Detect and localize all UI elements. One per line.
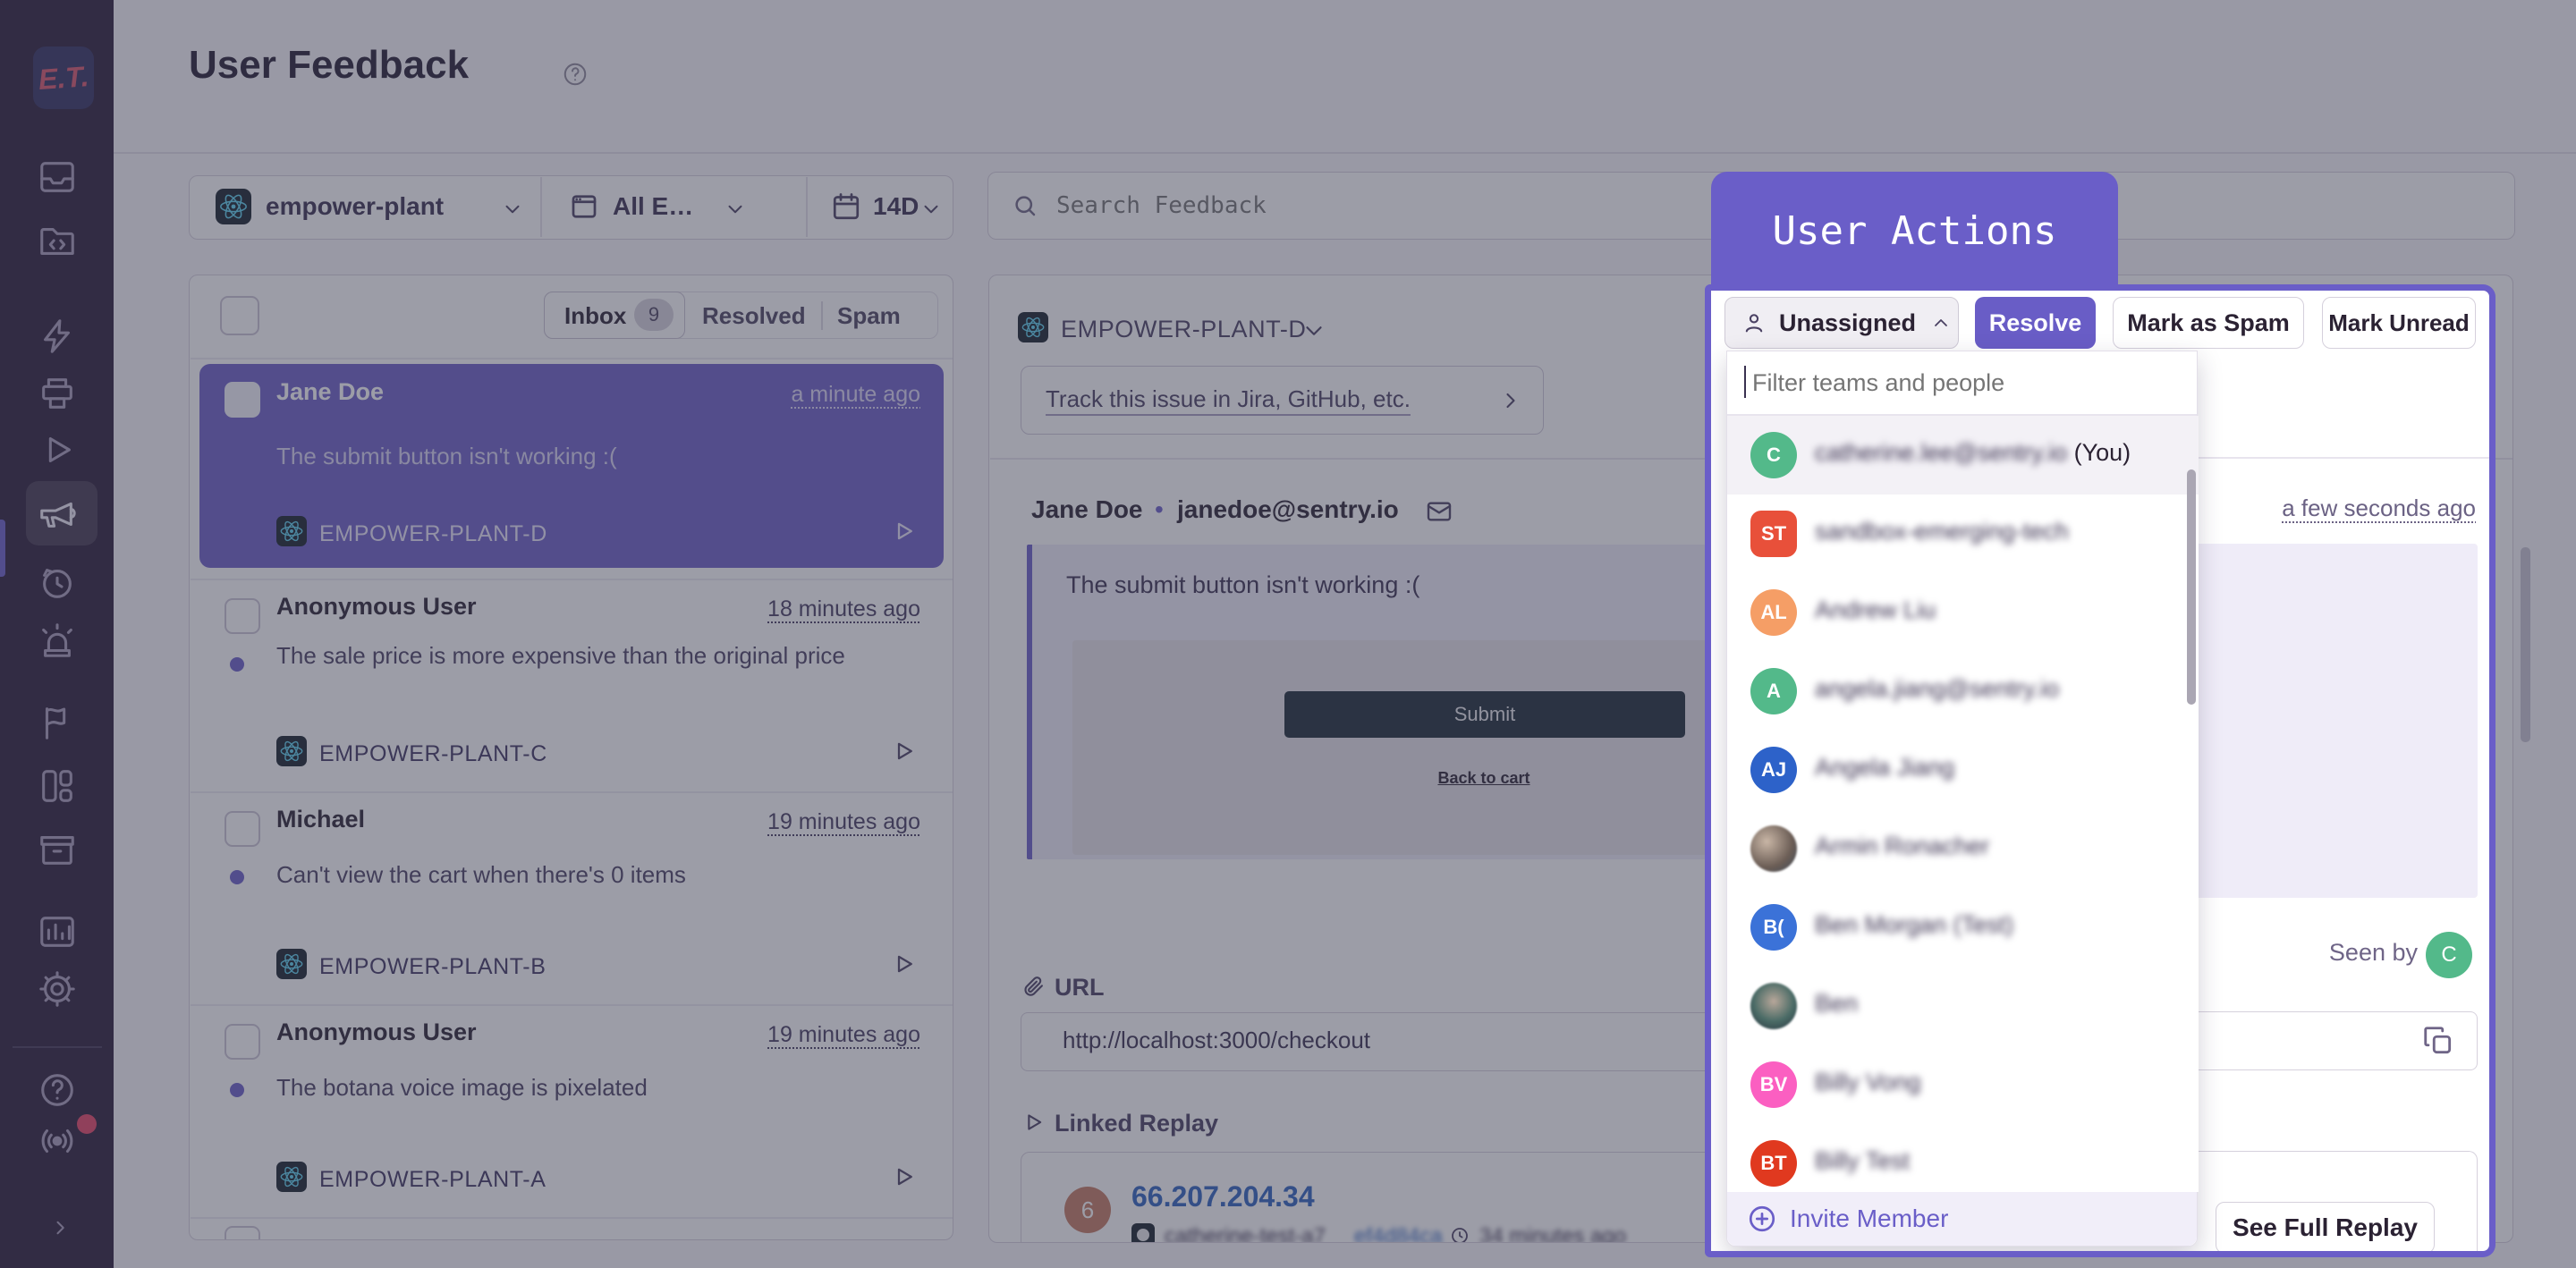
avatar: B( bbox=[1750, 904, 1797, 951]
member-name: Billy Test bbox=[1815, 1147, 1910, 1175]
tour-tab-label: User Actions bbox=[1773, 208, 2057, 254]
tour-tab-user-actions: User Actions bbox=[1711, 172, 2118, 291]
member-name: Billy Vong bbox=[1815, 1069, 1921, 1096]
member-name: catherine.lee@sentry.io bbox=[1815, 439, 2067, 466]
person-icon bbox=[1741, 310, 1767, 335]
assignee-button[interactable]: Unassigned bbox=[1724, 297, 1959, 349]
assignee-option[interactable]: AL Andrew Liu bbox=[1727, 573, 2199, 653]
assignee-option-you[interactable]: C catherine.lee@sentry.io (You) bbox=[1727, 416, 2199, 495]
assignee-option[interactable]: Ben bbox=[1727, 967, 2199, 1046]
assignee-option-team[interactable]: ST sandbox-emerging-tech bbox=[1727, 495, 2199, 574]
invite-member-icon bbox=[1747, 1204, 1777, 1234]
invite-member-row[interactable]: Invite Member bbox=[1727, 1192, 2197, 1246]
assignee-button-label: Unassigned bbox=[1779, 309, 1916, 337]
mark-as-spam-button[interactable]: Mark as Spam bbox=[2113, 297, 2304, 349]
avatar: BT bbox=[1750, 1140, 1797, 1187]
assignee-filter-input[interactable] bbox=[1750, 362, 2174, 403]
member-name: Andrew Liu bbox=[1815, 596, 1936, 624]
dropdown-scrollbar-thumb[interactable] bbox=[2187, 469, 2196, 705]
app-root: E.T. User Feedback empower-plant bbox=[0, 0, 2576, 1268]
see-full-replay-button[interactable]: See Full Replay bbox=[2216, 1202, 2435, 1254]
message-quote-fragment bbox=[2199, 544, 2478, 898]
member-name: angela.jiang@sentry.io bbox=[1815, 675, 2059, 703]
avatar: C bbox=[1750, 432, 1797, 478]
assignee-option[interactable]: Armin Ronacher bbox=[1727, 809, 2199, 889]
avatar: BV bbox=[1750, 1061, 1797, 1108]
seen-by-initial: C bbox=[2441, 943, 2456, 968]
resolve-button[interactable]: Resolve bbox=[1975, 297, 2096, 349]
member-name: Ben Morgan (Test) bbox=[1815, 911, 2013, 939]
avatar-photo bbox=[1750, 825, 1797, 872]
assignee-option[interactable]: AJ Angela Jiang bbox=[1727, 731, 2199, 810]
avatar: A bbox=[1750, 668, 1797, 714]
url-field-fragment bbox=[2199, 1011, 2478, 1070]
assignee-option[interactable]: BT Billy Test bbox=[1727, 1124, 2199, 1192]
member-name: Ben bbox=[1815, 990, 1858, 1018]
seen-by-label: Seen by bbox=[2248, 939, 2418, 967]
text-caret bbox=[1744, 366, 1746, 398]
assignee-option[interactable]: A angela.jiang@sentry.io bbox=[1727, 652, 2199, 731]
assignee-option[interactable]: B( Ben Morgan (Test) bbox=[1727, 888, 2199, 968]
invite-member-label: Invite Member bbox=[1790, 1205, 1948, 1233]
member-name: Angela Jiang bbox=[1815, 754, 1954, 782]
assignee-dropdown: C catherine.lee@sentry.io (You) ST sandb… bbox=[1726, 351, 2198, 1247]
avatar-photo bbox=[1750, 983, 1797, 1029]
you-suffix: (You) bbox=[2074, 439, 2131, 466]
feedback-timestamp[interactable]: a few seconds ago bbox=[2199, 495, 2476, 522]
avatar: ST bbox=[1750, 511, 1797, 557]
seen-by-avatar: C bbox=[2426, 932, 2472, 978]
chevron-up-icon bbox=[1930, 312, 1952, 334]
avatar: AJ bbox=[1750, 747, 1797, 793]
copy-icon[interactable] bbox=[2421, 1024, 2455, 1058]
assignee-option[interactable]: BV Billy Vong bbox=[1727, 1045, 2199, 1125]
avatar: AL bbox=[1750, 589, 1797, 636]
user-actions-panel: Unassigned Resolve Mark as Spam Mark Unr… bbox=[1705, 284, 2496, 1257]
mark-unread-button[interactable]: Mark Unread bbox=[2322, 297, 2476, 349]
detail-divider-bright bbox=[2199, 457, 2489, 459]
member-name: Armin Ronacher bbox=[1815, 833, 1989, 860]
member-name: sandbox-emerging-tech bbox=[1815, 518, 2069, 545]
